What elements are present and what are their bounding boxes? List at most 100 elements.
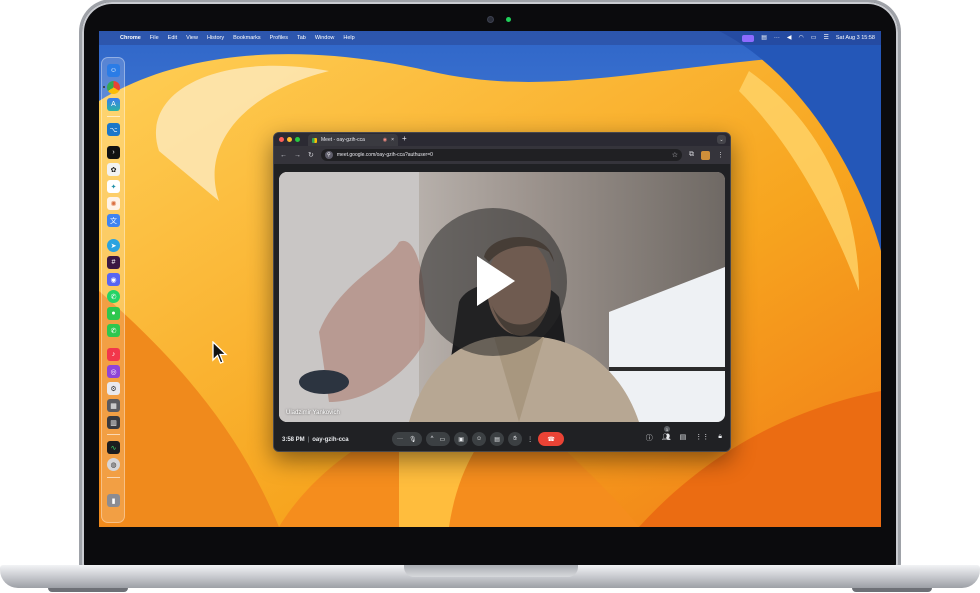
emoji-icon: ☺	[476, 436, 483, 442]
activities-icon[interactable]: ⋮⋮	[695, 433, 709, 443]
microphone-icon[interactable]: 🎙︎	[409, 436, 417, 443]
trash-icon[interactable]: ▮	[107, 494, 120, 507]
participant-video-tile[interactable]: Uladzimir Yankovich	[279, 172, 725, 422]
messages-icon[interactable]: ●	[107, 307, 120, 320]
music-icon[interactable]: ♪	[107, 348, 120, 361]
video-play-overlay[interactable]	[419, 208, 567, 356]
activity-monitor-icon[interactable]: ∿	[107, 441, 120, 454]
browser-toolbar: ← → ↻ ⚲ meet.google.com/oay-gzih-cca?aut…	[274, 146, 730, 164]
reload-icon[interactable]: ↻	[308, 151, 314, 159]
translate-icon[interactable]: 文	[107, 214, 120, 227]
tab-close-icon[interactable]: ×	[391, 137, 394, 143]
menu-help[interactable]: Help	[343, 35, 354, 41]
calculator-icon[interactable]: ▥	[107, 416, 120, 429]
system-settings-icon[interactable]: ⚙	[107, 382, 120, 395]
menu-file[interactable]: File	[150, 35, 159, 41]
screen-recording-icon[interactable]	[742, 34, 755, 42]
menubar-status-area: ▤ ··· ◀ ◠ ▭ ☰ Sat Aug 3 15:58	[742, 34, 875, 42]
chrome-window: Meet - oay-gzih-cca ◉ × + ⌄ ← → ↻ ⚲ meet…	[273, 132, 731, 452]
disk-icon[interactable]: ◍	[107, 458, 120, 471]
menu-history[interactable]: History	[207, 35, 224, 41]
claude-icon[interactable]: ✺	[107, 197, 120, 210]
back-icon[interactable]: ←	[280, 152, 287, 159]
new-tab-button[interactable]: +	[402, 134, 407, 143]
wifi-icon[interactable]: ◠	[799, 35, 804, 41]
terminal-icon[interactable]: ›	[107, 146, 120, 159]
hand-icon: ✋︎	[513, 435, 517, 442]
slack-icon[interactable]: #	[107, 256, 120, 269]
menu-view[interactable]: View	[186, 35, 198, 41]
dock-separator	[107, 477, 120, 478]
dock-separator	[107, 116, 120, 117]
participant-name: Uladzimir Yankovich	[286, 410, 340, 416]
arc-icon[interactable]: A	[107, 98, 120, 111]
battery-icon[interactable]: ▭	[811, 35, 817, 41]
perplexity-icon[interactable]: ✦	[107, 180, 120, 193]
screen-bezel-bottom	[99, 527, 881, 541]
participants-count-badge: 1	[664, 426, 670, 432]
menu-edit[interactable]: Edit	[168, 35, 177, 41]
chatgpt-icon[interactable]: ✿	[107, 163, 120, 176]
meeting-code: oay-gzih-cca	[312, 437, 349, 443]
control-center-icon[interactable]: ☰	[823, 35, 828, 41]
tab-title: Meet - oay-gzih-cca	[321, 137, 365, 143]
laptop-foot	[48, 588, 128, 592]
bookmark-star-icon[interactable]: ☆	[672, 151, 678, 159]
profile-avatar[interactable]	[701, 150, 710, 160]
menu-tab[interactable]: Tab	[297, 35, 306, 41]
apple-menu-icon[interactable]	[105, 35, 111, 42]
tab-meet[interactable]: Meet - oay-gzih-cca ◉ ×	[308, 134, 398, 146]
forward-icon[interactable]: →	[294, 152, 301, 159]
captions-button[interactable]: ▤	[490, 432, 505, 446]
menu-bookmarks[interactable]: Bookmarks	[233, 35, 261, 41]
menu-window[interactable]: Window	[315, 35, 335, 41]
minimize-window-button[interactable]	[287, 137, 292, 142]
microphone-button[interactable]: ··· 🎙︎	[392, 432, 422, 446]
chrome-icon[interactable]	[107, 81, 120, 94]
meeting-time: 3:58 PM	[282, 437, 305, 443]
dock: ☺ A ⌥ › ✿ ✦ ✺ 文 ➤ # ◉ ✆ ● ✆ ♪ ◎ ⚙ ▦ ▥ ∿ …	[101, 57, 125, 523]
raise-hand-button[interactable]: ✋︎	[508, 432, 523, 446]
present-screen-button[interactable]: ▣	[454, 432, 469, 446]
address-bar[interactable]: ⚲ meet.google.com/oay-gzih-cca?authuser=…	[320, 149, 682, 161]
extension-status-icon[interactable]: ▤	[761, 35, 767, 41]
discord-icon[interactable]: ◉	[107, 273, 120, 286]
menubar-clock[interactable]: Sat Aug 3 15:58	[836, 35, 875, 41]
camera-options-chevron-icon[interactable]: ^	[431, 436, 434, 442]
site-info-icon[interactable]: ⚲	[324, 151, 333, 159]
finder-icon[interactable]: ☺	[107, 64, 120, 77]
macos-menubar: Chrome File Edit View History Bookmarks …	[99, 31, 881, 45]
laptop-opening-notch	[404, 565, 578, 577]
zoom-window-button[interactable]	[295, 137, 300, 142]
play-icon[interactable]	[477, 256, 515, 306]
menu-app-chrome[interactable]: Chrome	[120, 35, 141, 41]
host-controls-icon[interactable]: 🔒︎	[718, 433, 722, 443]
photo-icon[interactable]: ▦	[107, 399, 120, 412]
close-window-button[interactable]	[279, 137, 284, 142]
chrome-menu-icon[interactable]: ⋮	[717, 151, 724, 159]
chat-icon[interactable]: ▤	[680, 433, 687, 443]
volume-icon[interactable]: ◀	[787, 35, 792, 41]
telegram-icon[interactable]: ➤	[107, 239, 120, 252]
desktop-screen: Chrome File Edit View History Bookmarks …	[99, 31, 881, 527]
more-options-button[interactable]: ⋮	[526, 432, 534, 446]
tab-search-button[interactable]: ⌄	[717, 135, 726, 144]
call-controls: ··· 🎙︎ ^ ▭ ▣ ☺ ▤ ✋︎ ⋮ ☎	[392, 432, 565, 446]
camera-icon[interactable]: ▭	[439, 436, 445, 443]
people-icon[interactable]: 👥︎	[662, 433, 671, 443]
meet-side-controls: ⓘ 👥︎ ▤ ⋮⋮ 🔒︎	[646, 433, 722, 443]
url-text[interactable]: meet.google.com/oay-gzih-cca?authuser=0	[337, 152, 433, 158]
leave-call-button[interactable]: ☎	[538, 432, 565, 446]
camera-button[interactable]: ^ ▭	[425, 432, 451, 446]
extensions-icon[interactable]: ⧉	[689, 151, 694, 159]
phone-icon[interactable]: ✆	[107, 324, 120, 337]
more-vertical-icon: ⋮	[527, 436, 534, 443]
more-icon[interactable]: ···	[774, 35, 780, 41]
whatsapp-icon[interactable]: ✆	[107, 290, 120, 303]
more-audio-options-icon[interactable]: ···	[397, 436, 403, 442]
reactions-button[interactable]: ☺	[472, 432, 487, 446]
podcasts-icon[interactable]: ◎	[107, 365, 120, 378]
meeting-details-icon[interactable]: ⓘ	[646, 433, 653, 443]
vscode-icon[interactable]: ⌥	[107, 123, 120, 136]
menu-profiles[interactable]: Profiles	[270, 35, 288, 41]
